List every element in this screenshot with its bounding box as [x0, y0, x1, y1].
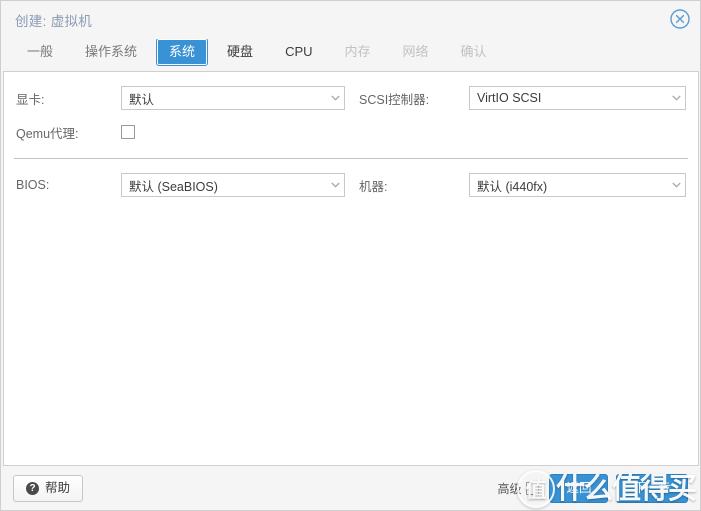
machine-select[interactable]: 默认 (i440fx) [469, 173, 686, 197]
close-icon[interactable] [669, 8, 691, 30]
chevron-down-icon [326, 174, 344, 196]
advanced-checkbox[interactable] [526, 481, 540, 495]
tab-confirm: 确认 [460, 44, 487, 59]
form-column-right: SCSI控制器: VirtIO SCSI [351, 84, 686, 152]
machine-value: 默认 (i440fx) [477, 179, 548, 194]
bios-value: 默认 (SeaBIOS) [129, 179, 218, 194]
footer-actions: 高级 返回 下一步 [497, 473, 688, 503]
tab-system[interactable]: 系统 [156, 38, 209, 66]
tab-disk[interactable]: 硬盘 [215, 39, 265, 65]
scsi-controller-label: SCSI控制器: [359, 92, 430, 107]
advanced-toggle[interactable]: 高级 [497, 480, 540, 497]
field-graphic-card: 显卡: 默认 [16, 84, 351, 112]
bios-select[interactable]: 默认 (SeaBIOS) [121, 173, 345, 197]
field-scsi-controller: SCSI控制器: VirtIO SCSI [359, 84, 686, 112]
tab-os[interactable]: 操作系统 [73, 39, 149, 65]
page-title: 创建: 虚拟机 [15, 14, 93, 29]
field-machine: 机器: 默认 (i440fx) [359, 171, 686, 199]
create-vm-dialog: 创建: 虚拟机 一般 操作系统 系统 硬盘 CPU 内存 网络 确认 显卡: 默… [0, 0, 701, 511]
scsi-controller-select[interactable]: VirtIO SCSI [469, 86, 686, 110]
back-button[interactable]: 返回 [549, 473, 609, 503]
scsi-controller-value: VirtIO SCSI [477, 91, 542, 105]
graphic-card-select[interactable]: 默认 [121, 86, 345, 110]
form-column-right-2: 机器: 默认 (i440fx) [351, 171, 686, 205]
field-bios: BIOS: 默认 (SeaBIOS) [16, 171, 351, 199]
graphic-card-value: 默认 [129, 92, 155, 107]
form-column-left-2: BIOS: 默认 (SeaBIOS) [16, 171, 351, 205]
bios-label: BIOS: [16, 178, 50, 192]
form-section-display: 显卡: 默认 Qemu代理: SCSI控制器: VirtIO SCSI [4, 72, 698, 152]
question-mark-icon: ? [26, 481, 39, 495]
tab-memory: 内存 [344, 44, 371, 59]
tab-cpu[interactable]: CPU [273, 39, 324, 65]
qemu-agent-checkbox[interactable] [121, 125, 135, 139]
tab-general[interactable]: 一般 [15, 39, 65, 65]
machine-label: 机器: [359, 179, 388, 194]
form-section-firmware: BIOS: 默认 (SeaBIOS) 机器: 默认 (i440fx) [4, 159, 698, 205]
tab-bar: 一般 操作系统 系统 硬盘 CPU 内存 网络 确认 [1, 38, 700, 71]
help-button[interactable]: ? 帮助 [13, 474, 84, 502]
dialog-header: 创建: 虚拟机 [1, 1, 700, 39]
dialog-footer: ? 帮助 高级 返回 下一步 值 什么值得买 [1, 466, 700, 510]
graphic-card-label: 显卡: [16, 92, 45, 107]
tab-network: 网络 [402, 44, 429, 59]
chevron-down-icon [667, 174, 685, 196]
form-column-left: 显卡: 默认 Qemu代理: [16, 84, 351, 152]
help-button-label: 帮助 [45, 480, 71, 495]
chevron-down-icon [667, 87, 685, 109]
advanced-label: 高级 [497, 481, 522, 496]
system-tab-panel: 显卡: 默认 Qemu代理: SCSI控制器: VirtIO SCSI BIOS… [3, 71, 699, 466]
next-button[interactable]: 下一步 [616, 473, 688, 503]
field-qemu-agent: Qemu代理: [16, 118, 351, 146]
qemu-agent-label: Qemu代理: [16, 126, 79, 141]
chevron-down-icon [326, 87, 344, 109]
